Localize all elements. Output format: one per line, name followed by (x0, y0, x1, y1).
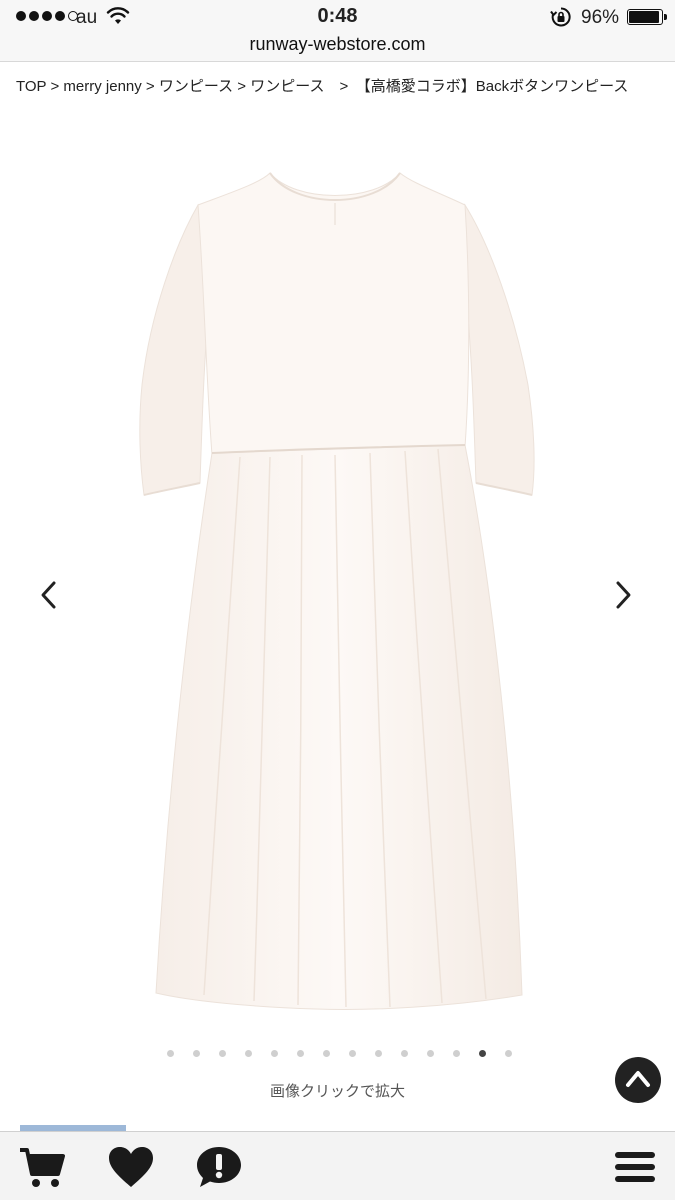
pagination-dot[interactable] (349, 1050, 356, 1057)
pagination-dot[interactable] (401, 1050, 408, 1057)
battery-fill (629, 11, 659, 23)
pagination-dot[interactable] (245, 1050, 252, 1057)
clock: 0:48 (317, 5, 358, 27)
hamburger-menu-icon (615, 1152, 655, 1182)
breadcrumb-top[interactable]: TOP (16, 78, 46, 95)
breadcrumb-separator: > (324, 78, 364, 95)
breadcrumb-current-product: 【高橋愛コラボ】Backボタンワンピース (363, 78, 629, 95)
pagination-dot[interactable] (453, 1050, 460, 1057)
battery-nub (664, 14, 667, 20)
pagination-dot[interactable] (427, 1050, 434, 1057)
battery-percent: 96% (581, 7, 620, 28)
rotation-lock-icon (550, 7, 571, 27)
pagination-dot[interactable] (479, 1050, 486, 1057)
chevron-up-icon (626, 1071, 650, 1087)
heart-icon (109, 1147, 153, 1187)
gallery-pagination (0, 1050, 675, 1060)
breadcrumb: TOP > merry jenny > ワンピース > ワンピース > 【高橋愛… (16, 76, 661, 98)
pagination-dot[interactable] (271, 1050, 278, 1057)
battery-icon (627, 9, 667, 25)
pagination-dot[interactable] (323, 1050, 330, 1057)
address-bar[interactable]: runway-webstore.com (0, 32, 675, 62)
chevron-left-icon[interactable] (34, 575, 64, 615)
inquiry-button[interactable] (194, 1144, 244, 1190)
menu-button[interactable] (610, 1144, 660, 1190)
pagination-dot[interactable] (193, 1050, 200, 1057)
pagination-dot[interactable] (375, 1050, 382, 1057)
speech-bubble-exclamation-icon (197, 1147, 241, 1187)
url-text[interactable]: runway-webstore.com (0, 34, 675, 55)
product-image-dress[interactable] (120, 165, 560, 1035)
cart-button[interactable] (18, 1144, 68, 1190)
breadcrumb-brand[interactable]: merry jenny (63, 78, 141, 95)
pagination-dot[interactable] (297, 1050, 304, 1057)
zoom-hint-text: 画像クリックで拡大 (269, 1083, 405, 1100)
scroll-to-top-button[interactable] (615, 1057, 661, 1103)
breadcrumb-separator: > (46, 78, 64, 95)
pagination-dot[interactable] (505, 1050, 512, 1057)
breadcrumb-category[interactable]: ワンピース (159, 78, 233, 95)
pagination-dot[interactable] (167, 1050, 174, 1057)
pagination-dot[interactable] (219, 1050, 226, 1057)
chevron-right-icon[interactable] (608, 575, 638, 615)
breadcrumb-subcategory[interactable]: ワンピース (250, 78, 324, 95)
cart-icon (20, 1148, 65, 1187)
breadcrumb-separator: > (233, 78, 251, 95)
status-bar: au 0:48 96% (0, 0, 675, 32)
product-image-gallery[interactable] (0, 125, 675, 1035)
favorite-button[interactable] (106, 1144, 156, 1190)
bottom-toolbar (0, 1131, 675, 1200)
breadcrumb-separator: > (141, 78, 159, 95)
